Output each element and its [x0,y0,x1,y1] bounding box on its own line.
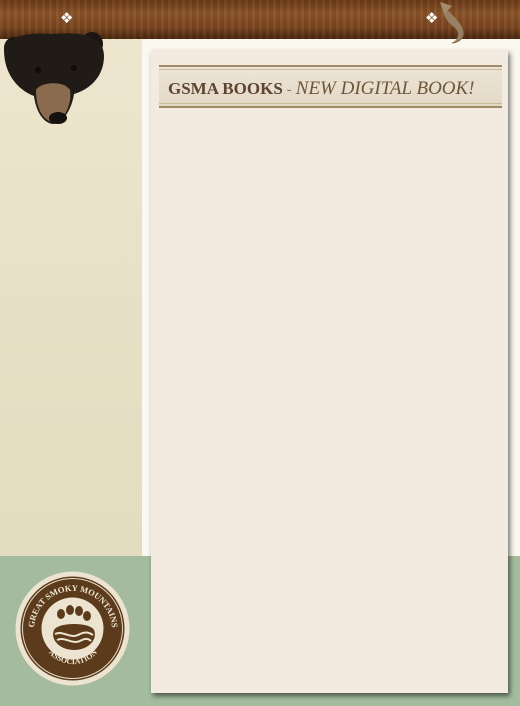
black-bear-image [4,32,104,124]
header-separator: - [286,82,292,98]
gsma-logo[interactable]: GREAT SMOKY MOUNTAINS ASSOCIATION [14,570,131,687]
section-label: GSMA BOOKS [168,79,283,98]
back-arrow-icon[interactable] [430,0,475,46]
ornament-diamond-icon: ❖ [60,9,74,27]
section-header-inner: GSMA BOOKS - NEW DIGITAL BOOK! [159,69,502,104]
page-title: NEW DIGITAL BOOK! [295,78,475,99]
content-card [151,50,508,693]
section-header: GSMA BOOKS - NEW DIGITAL BOOK! [159,65,502,108]
